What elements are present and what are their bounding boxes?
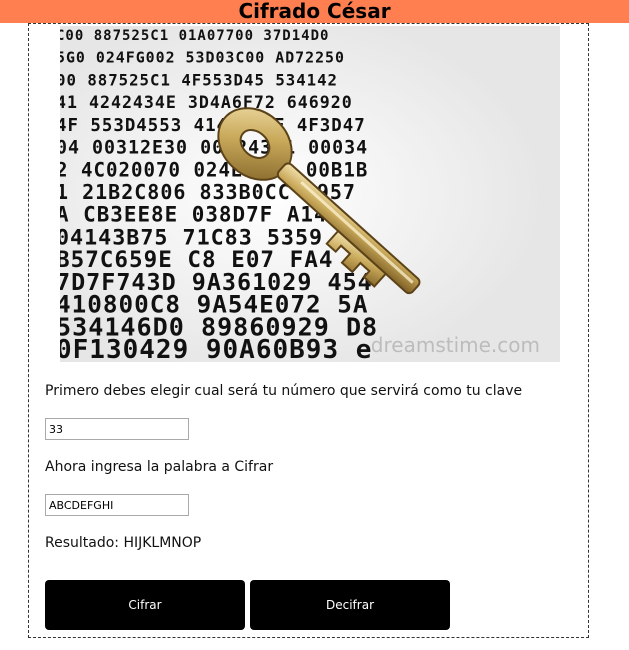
decrypt-button[interactable]: Decifrar [250, 580, 450, 630]
hex-row: C00 887525C1 01A07700 37D14D0 [60, 28, 329, 44]
hex-row: 04 00312E30 00424301 00034 [60, 138, 368, 159]
result-text: Resultado: HIJKLMNOP [45, 535, 202, 551]
key-number-input[interactable] [45, 418, 189, 440]
encrypt-button[interactable]: Cifrar [45, 580, 245, 630]
cipher-card: C00 887525C1 01A07700 37D14D0 5G0 024FG00… [28, 23, 589, 638]
hex-row: 4F 553D4553 4142422F 4F3D47 [60, 116, 366, 136]
hex-row: 2 4C020070 024E4F4B 00B1B [60, 158, 368, 181]
word-instruction-label: Ahora ingresa la palabra a Cifrar [45, 459, 274, 475]
hex-row: 0F130429 90A60B93 e [60, 335, 372, 362]
app-header: Cifrado César [0, 0, 629, 23]
hex-row: A CB3EE8E 038D7F A142 [60, 203, 341, 227]
hex-row: 00 887525C1 4F553D45 534142 [60, 70, 338, 89]
watermark-text: dreamstime.com [371, 333, 540, 357]
key-instruction-label: Primero debes elegir cual será tu número… [45, 383, 523, 399]
page-title: Cifrado César [238, 0, 391, 23]
hex-row: 41 4242434E 3D4A6F72 646920 [60, 93, 353, 112]
word-input[interactable] [45, 494, 189, 516]
hex-row: 5G0 024FG002 53D03C00 AD72250 [60, 49, 345, 67]
key-hex-image: C00 887525C1 01A07700 37D14D0 5G0 024FG00… [60, 26, 560, 362]
